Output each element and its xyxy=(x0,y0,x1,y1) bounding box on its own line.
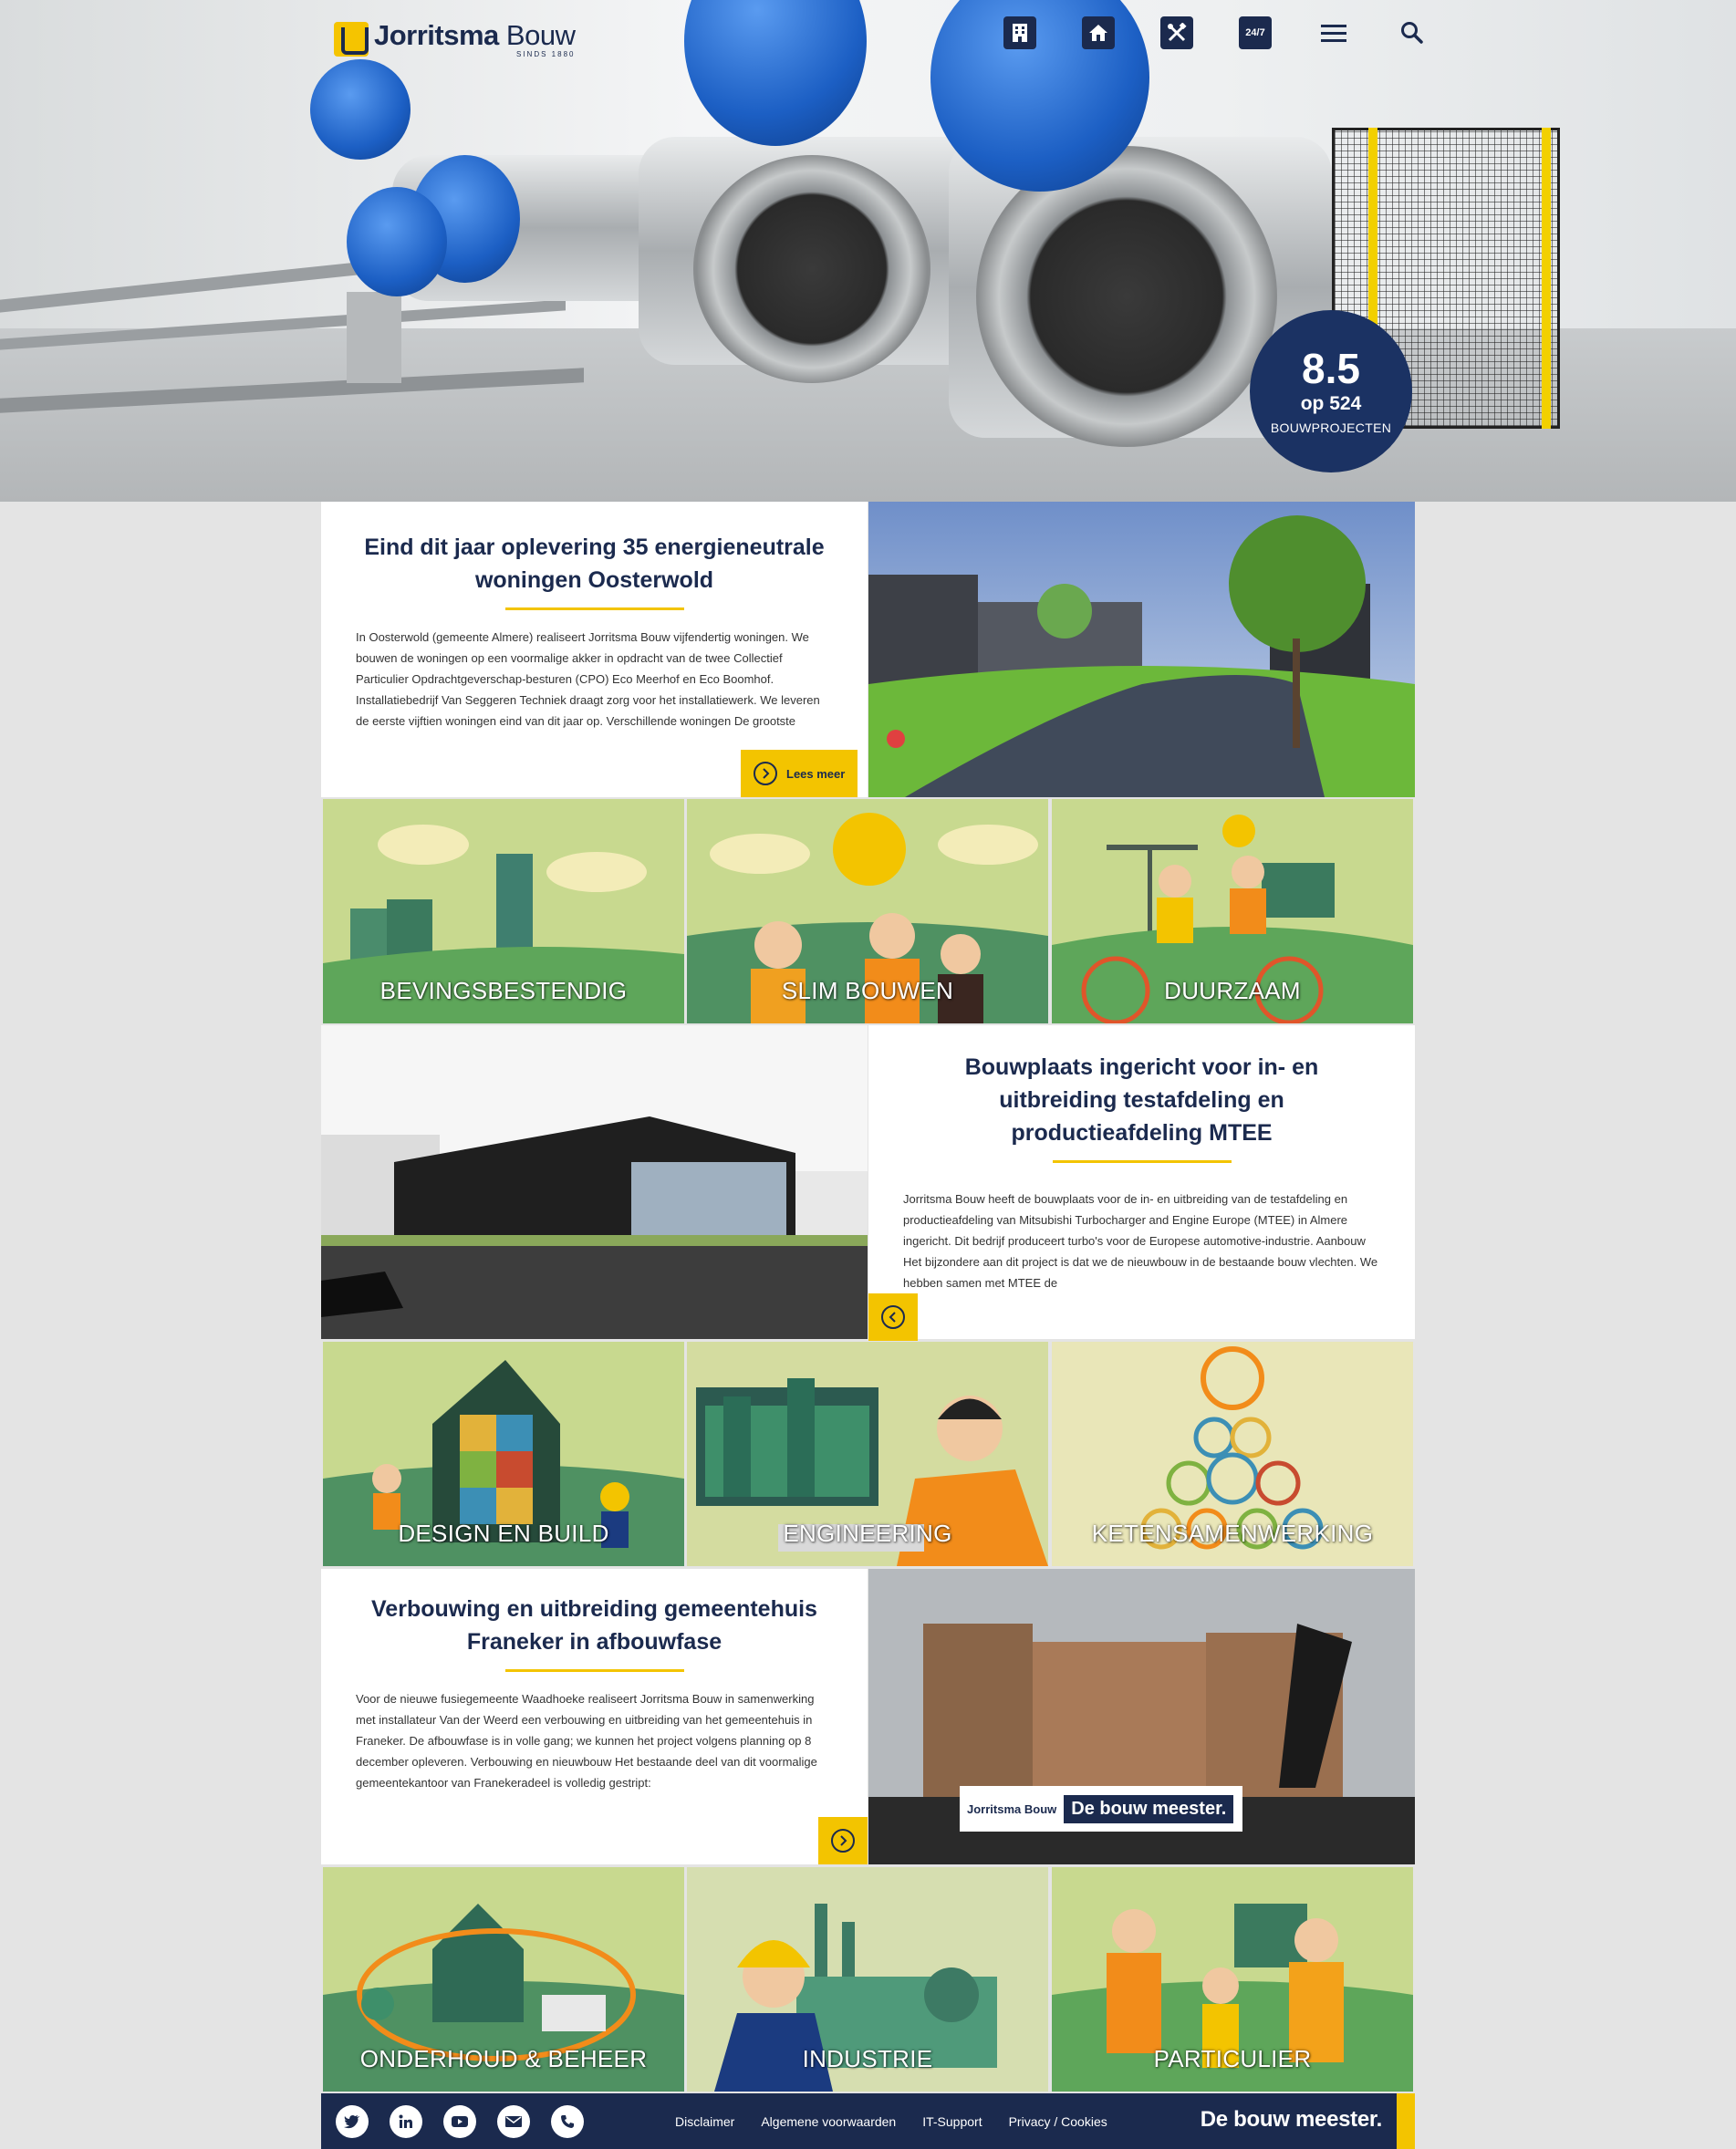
tile-label: INDUSTRIE xyxy=(802,2045,933,2072)
rating-label: BOUWPROJECTEN xyxy=(1270,420,1392,435)
tile-design-en-build[interactable]: DESIGN EN BUILD xyxy=(323,1342,684,1566)
phone-icon[interactable] xyxy=(551,2104,584,2138)
photo-oosterwold[interactable] xyxy=(868,502,1415,797)
logo[interactable]: Jorritsma Bouw SINDS 1880 xyxy=(334,18,576,60)
logo-mark-icon xyxy=(334,22,369,57)
mail-icon[interactable] xyxy=(497,2104,530,2138)
tile-label: DUURZAAM xyxy=(1164,977,1301,1004)
tile-particulier[interactable]: PARTICULIER xyxy=(1052,1867,1413,2092)
tile-onderhoud-beheer[interactable]: ONDERHOUD & BEHEER xyxy=(323,1867,684,2092)
footer-link-disclaimer[interactable]: Disclaimer xyxy=(675,2114,734,2129)
footer-link-privacy[interactable]: Privacy / Cookies xyxy=(1009,2114,1107,2129)
title-underline xyxy=(504,1669,684,1672)
article-franeker: Verbouwing en uitbreiding gemeentehuis F… xyxy=(321,1569,868,1864)
logo-name: Jorritsma Bouw xyxy=(374,18,576,51)
building-icon[interactable] xyxy=(1003,16,1036,49)
read-more-button[interactable] xyxy=(818,1817,868,1864)
menu-icon[interactable] xyxy=(1317,16,1350,49)
footer-accent xyxy=(1397,2093,1415,2149)
tile-label: BEVINGSBESTENDIG xyxy=(379,977,628,1004)
article-title[interactable]: Verbouwing en uitbreiding gemeentehuis F… xyxy=(321,1593,868,1658)
footer: Disclaimer Algemene voorwaarden IT-Suppo… xyxy=(321,2093,1415,2149)
article-excerpt: Jorritsma Bouw heeft de bouwplaats voor … xyxy=(903,1192,1378,1290)
search-icon[interactable] xyxy=(1396,16,1429,49)
tile-industrie[interactable]: INDUSTRIE xyxy=(687,1867,1048,2092)
tile-label: PARTICULIER xyxy=(1153,2045,1312,2072)
article-title[interactable]: Eind dit jaar oplevering 35 energieneutr… xyxy=(321,531,868,597)
title-underline xyxy=(504,607,684,610)
title-underline xyxy=(1052,1160,1232,1163)
rating-count: op 524 xyxy=(1300,393,1362,414)
photo-mtee[interactable] xyxy=(321,1025,868,1339)
read-more-button[interactable] xyxy=(868,1293,918,1341)
banner-slogan: De bouw meester. xyxy=(1064,1794,1234,1823)
tile-label: SLIM BOUWEN xyxy=(781,977,954,1004)
read-more-label: Lees meer xyxy=(786,766,846,781)
tile-slim-bouwen[interactable]: SLIM BOUWEN xyxy=(687,799,1048,1023)
twitter-icon[interactable] xyxy=(336,2104,369,2138)
footer-links: Disclaimer Algemene voorwaarden IT-Suppo… xyxy=(675,2114,1107,2129)
site-banner: Jorritsma Bouw De bouw meester. xyxy=(960,1786,1242,1832)
linkedin-icon[interactable] xyxy=(390,2104,422,2138)
footer-slogan: De bouw meester. xyxy=(1200,2107,1383,2132)
tools-icon[interactable] xyxy=(1160,16,1193,49)
article-title[interactable]: Bouwplaats ingericht voor in- en uitbrei… xyxy=(868,1051,1415,1149)
chevron-right-icon xyxy=(754,762,777,785)
tile-label: ENGINEERING xyxy=(783,1520,952,1547)
rating-score: 8.5 xyxy=(1302,345,1360,392)
footer-link-it-support[interactable]: IT-Support xyxy=(922,2114,982,2129)
tile-duurzaam[interactable]: DUURZAAM xyxy=(1052,799,1413,1023)
article-oosterwold: Eind dit jaar oplevering 35 energieneutr… xyxy=(321,502,868,797)
social-links xyxy=(336,2104,584,2138)
read-more-button[interactable]: Lees meer xyxy=(741,750,858,797)
tile-engineering[interactable]: ENGINEERING xyxy=(687,1342,1048,1566)
logo-since: SINDS 1880 xyxy=(516,49,576,58)
rating-badge[interactable]: 8.5 op 524 BOUWPROJECTEN xyxy=(1250,310,1412,472)
youtube-icon[interactable] xyxy=(443,2104,476,2138)
chevron-right-icon xyxy=(831,1829,855,1853)
hero-image xyxy=(0,0,1736,502)
home-icon[interactable] xyxy=(1082,16,1115,49)
article-excerpt: In Oosterwold (gemeente Almere) realisee… xyxy=(356,630,820,728)
tile-bevingsbestendig[interactable]: BEVINGSBESTENDIG xyxy=(323,799,684,1023)
article-excerpt: Voor de nieuwe fusiegemeente Waadhoeke r… xyxy=(356,1692,817,1790)
24-7-icon[interactable]: 24/7 xyxy=(1239,16,1272,49)
photo-franeker[interactable]: Jorritsma Bouw De bouw meester. xyxy=(868,1569,1415,1864)
banner-brand: Jorritsma Bouw xyxy=(967,1801,1057,1816)
tile-label: KETENSAMENWERKING xyxy=(1091,1520,1374,1547)
footer-link-terms[interactable]: Algemene voorwaarden xyxy=(761,2114,896,2129)
chevron-left-icon xyxy=(881,1305,905,1329)
tile-label: ONDERHOUD & BEHEER xyxy=(359,2045,648,2072)
tile-ketensamenwerking[interactable]: KETENSAMENWERKING xyxy=(1052,1342,1413,1566)
article-mtee: Bouwplaats ingericht voor in- en uitbrei… xyxy=(868,1025,1415,1341)
tile-label: DESIGN EN BUILD xyxy=(398,1520,609,1547)
main-nav: 24/7 xyxy=(1003,16,1429,49)
